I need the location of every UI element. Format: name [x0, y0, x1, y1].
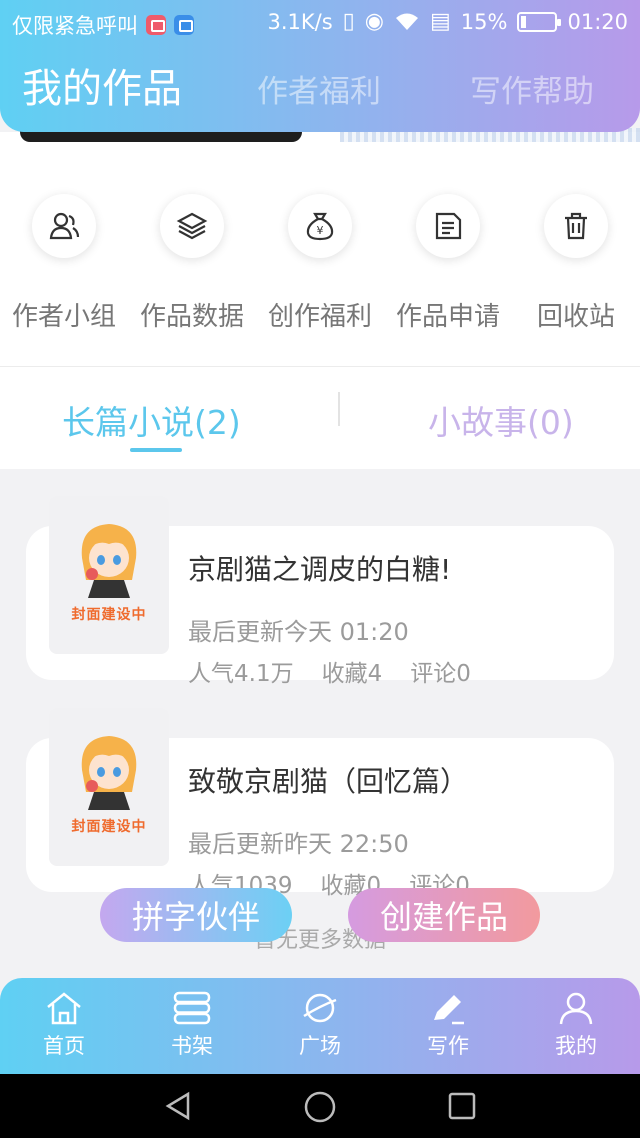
anime-girl-avatar-icon [81, 736, 137, 810]
quick-action-author-group[interactable]: 作者小组 [0, 194, 128, 333]
tab-separator [338, 392, 340, 426]
battery-percent: 15% [460, 10, 508, 34]
back-icon[interactable] [162, 1090, 194, 1122]
divider [0, 366, 640, 367]
layers-icon [176, 212, 208, 240]
vibrate-icon: ▯ [342, 9, 355, 34]
tab-writing-help[interactable]: 写作帮助 [470, 66, 594, 111]
battery-fill [521, 16, 527, 28]
bookshelf-icon [173, 991, 211, 1025]
profile-icon [559, 992, 593, 1025]
nav-label: 首页 [43, 1034, 85, 1058]
bottom-nav: 首页 书架 广场 写作 我的 [0, 978, 640, 1074]
nav-bookshelf[interactable]: 书架 [128, 978, 256, 1074]
nav-plaza[interactable]: 广场 [256, 978, 384, 1074]
trash-icon [565, 212, 587, 240]
header: 仅限紧急呼叫 3.1K/s ▯ ◉ ▤ 15% 01:20 我的作品 作者福利 … [0, 0, 640, 132]
svg-text:¥: ¥ [317, 224, 324, 237]
eye-icon: ◉ [364, 9, 384, 34]
nav-profile[interactable]: 我的 [512, 978, 640, 1074]
work-title[interactable]: 致敬京剧猫（回忆篇） [188, 760, 468, 800]
active-tab-indicator [130, 448, 182, 452]
writing-partner-button[interactable]: 拼字伙伴 [100, 888, 292, 942]
network-speed: 3.1K/s [267, 10, 333, 34]
nav-home[interactable]: 首页 [0, 978, 128, 1074]
quick-action-label: 作者小组 [11, 302, 116, 332]
quick-action-label: 作品申请 [395, 302, 500, 332]
status-bar: 仅限紧急呼叫 3.1K/s ▯ ◉ ▤ 15% 01:20 [0, 0, 640, 44]
nav-label: 我的 [555, 1034, 597, 1058]
recents-icon[interactable] [446, 1090, 478, 1122]
home-icon [47, 992, 81, 1025]
work-title[interactable]: 京剧猫之调皮的白糖! [188, 548, 451, 588]
work-stats: 人气4.1万 收藏4 评论0 [188, 654, 471, 688]
work-cover[interactable]: 封面建设中 [49, 496, 169, 654]
tab-my-works[interactable]: 我的作品 [22, 56, 182, 114]
work-popularity: 人气4.1万 [188, 661, 294, 687]
planet-icon [303, 993, 337, 1023]
no-more-data-text: 暂无更多数据 [253, 928, 386, 953]
sim-icon: ▤ [429, 9, 451, 34]
home-circle-icon[interactable] [303, 1090, 337, 1124]
work-last-update: 最后更新昨天 22:50 [188, 830, 409, 858]
nav-label: 写作 [427, 1034, 469, 1058]
quick-action-works-apply[interactable]: 作品申请 [384, 194, 512, 333]
quick-action-creation-benefits[interactable]: ¥ 创作福利 [256, 194, 384, 333]
work-cover[interactable]: 封面建设中 [49, 708, 169, 866]
battery-icon [517, 12, 562, 32]
work-comments: 评论0 [410, 661, 471, 687]
nav-label: 广场 [299, 1034, 341, 1058]
anime-girl-avatar-icon [81, 524, 137, 598]
document-icon [435, 212, 462, 240]
nav-write[interactable]: 写作 [384, 978, 512, 1074]
wifi-icon [395, 13, 418, 30]
system-navigation-bar [0, 1074, 640, 1138]
cover-placeholder-text: 封面建设中 [71, 819, 147, 835]
money-bag-icon: ¥ [306, 212, 334, 241]
pen-icon [434, 995, 464, 1025]
nav-label: 书架 [171, 1034, 213, 1058]
group-icon [49, 212, 80, 240]
quick-action-label: 作品数据 [139, 302, 244, 332]
quick-action-works-data[interactable]: 作品数据 [128, 194, 256, 333]
quick-action-label: 创作福利 [267, 302, 372, 332]
cover-placeholder-text: 封面建设中 [71, 607, 147, 623]
mail-notification-icon [146, 15, 166, 35]
tab-author-benefits[interactable]: 作者福利 [257, 66, 381, 111]
quick-action-label: 回收站 [536, 302, 615, 332]
quick-actions-row: 作者小组 作品数据 ¥ 创作福利 作品申请 回收站 [0, 194, 640, 333]
clock: 01:20 [567, 10, 628, 34]
work-last-update: 最后更新今天 01:20 [188, 618, 409, 646]
quick-action-recycle-bin[interactable]: 回收站 [512, 194, 640, 333]
create-work-button[interactable]: 创建作品 [348, 888, 540, 942]
tab-short-story[interactable]: 小故事(0) [428, 396, 574, 444]
carrier-text: 仅限紧急呼叫 [12, 14, 138, 38]
work-favorites: 收藏4 [321, 661, 383, 687]
tab-long-novel[interactable]: 长篇小说(2) [62, 396, 241, 444]
image-notification-icon [174, 15, 194, 35]
